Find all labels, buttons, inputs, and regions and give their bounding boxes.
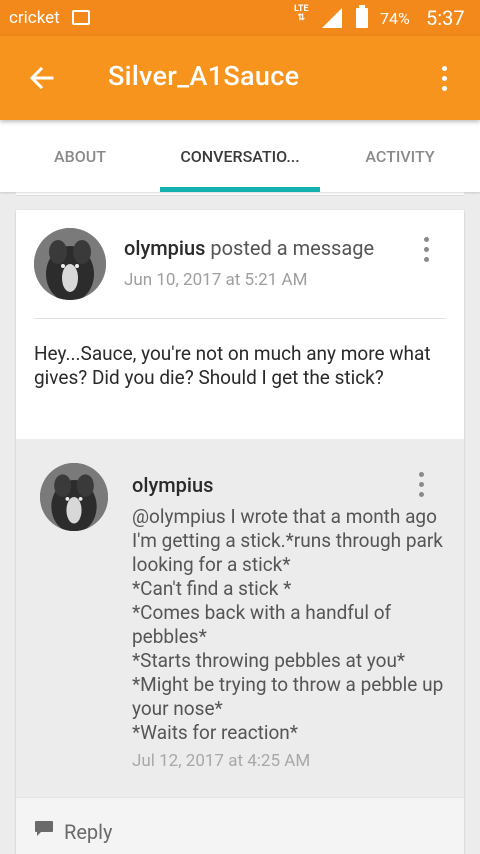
more-vertical-icon bbox=[416, 234, 436, 264]
page-title: Silver_A1Sauce bbox=[108, 60, 300, 92]
reply-line: *Might be trying to throw a pebble up yo… bbox=[132, 673, 444, 720]
more-vertical-icon bbox=[428, 60, 460, 96]
reply-username[interactable]: olympius bbox=[132, 473, 213, 497]
post-body: Hey...Sauce, you're not on much any more… bbox=[34, 342, 431, 389]
post-username[interactable]: olympius bbox=[124, 236, 205, 260]
post-header: olympius posted a message bbox=[124, 236, 374, 260]
post-action: posted a message bbox=[210, 236, 375, 260]
status-bar: cricket LTE ⇅ 74% 5:37 bbox=[0, 0, 480, 36]
tab-about[interactable]: ABOUT bbox=[0, 120, 160, 192]
image-icon bbox=[72, 10, 90, 25]
chat-bubble-icon bbox=[35, 821, 53, 836]
message-card: olympius posted a message Jun 10, 2017 a… bbox=[16, 210, 464, 854]
post-menu-button[interactable] bbox=[416, 234, 436, 264]
post-timestamp: Jun 10, 2017 at 5:21 AM bbox=[124, 270, 308, 290]
tab-activity[interactable]: ACTIVITY bbox=[320, 120, 480, 192]
reply-line: *Starts throwing pebbles at you* bbox=[132, 649, 406, 672]
reply-menu-button[interactable] bbox=[411, 469, 431, 499]
divider bbox=[34, 318, 446, 319]
avatar[interactable] bbox=[40, 463, 108, 531]
tab-conversations[interactable]: CONVERSATIO... bbox=[160, 120, 320, 192]
battery-icon bbox=[356, 5, 368, 28]
tab-label: ACTIVITY bbox=[365, 146, 435, 166]
reply-button[interactable]: Reply bbox=[16, 797, 464, 854]
conversation-list[interactable]: olympius posted a message Jun 10, 2017 a… bbox=[0, 192, 480, 854]
previous-card-edge bbox=[16, 192, 464, 196]
tab-label: CONVERSATIO... bbox=[180, 146, 300, 166]
reply-comment: olympius @olympius I wrote that a month … bbox=[16, 439, 464, 797]
battery-percent: 74% bbox=[380, 9, 410, 28]
app-bar: Silver_A1Sauce bbox=[0, 36, 480, 120]
reply-line: *Waits for reaction* bbox=[132, 721, 298, 744]
tab-bar: ABOUT CONVERSATIO... ACTIVITY bbox=[0, 120, 480, 192]
reply-line: *Comes back with a handful of pebbles* bbox=[132, 601, 392, 648]
back-button[interactable] bbox=[24, 60, 60, 96]
more-vertical-icon bbox=[411, 469, 431, 499]
dog-avatar-image bbox=[34, 228, 106, 300]
reply-label: Reply bbox=[64, 820, 113, 844]
lte-icon: LTE ⇅ bbox=[294, 4, 309, 23]
signal-icon bbox=[322, 8, 342, 28]
overflow-menu-button[interactable] bbox=[428, 60, 460, 96]
tab-label: ABOUT bbox=[54, 146, 106, 166]
dog-avatar-image bbox=[40, 463, 108, 531]
carrier-name: cricket bbox=[9, 8, 60, 28]
reply-timestamp: Jul 12, 2017 at 4:25 AM bbox=[132, 751, 311, 771]
reply-body: @olympius I wrote that a month ago I'm g… bbox=[132, 505, 450, 745]
reply-line: *Can't find a stick * bbox=[132, 577, 292, 600]
network-type: LTE bbox=[294, 4, 309, 14]
reply-line: @olympius I wrote that a month ago I'm g… bbox=[132, 505, 443, 576]
avatar[interactable] bbox=[34, 228, 106, 300]
clock: 5:37 bbox=[426, 6, 465, 30]
arrow-left-icon bbox=[29, 66, 54, 90]
